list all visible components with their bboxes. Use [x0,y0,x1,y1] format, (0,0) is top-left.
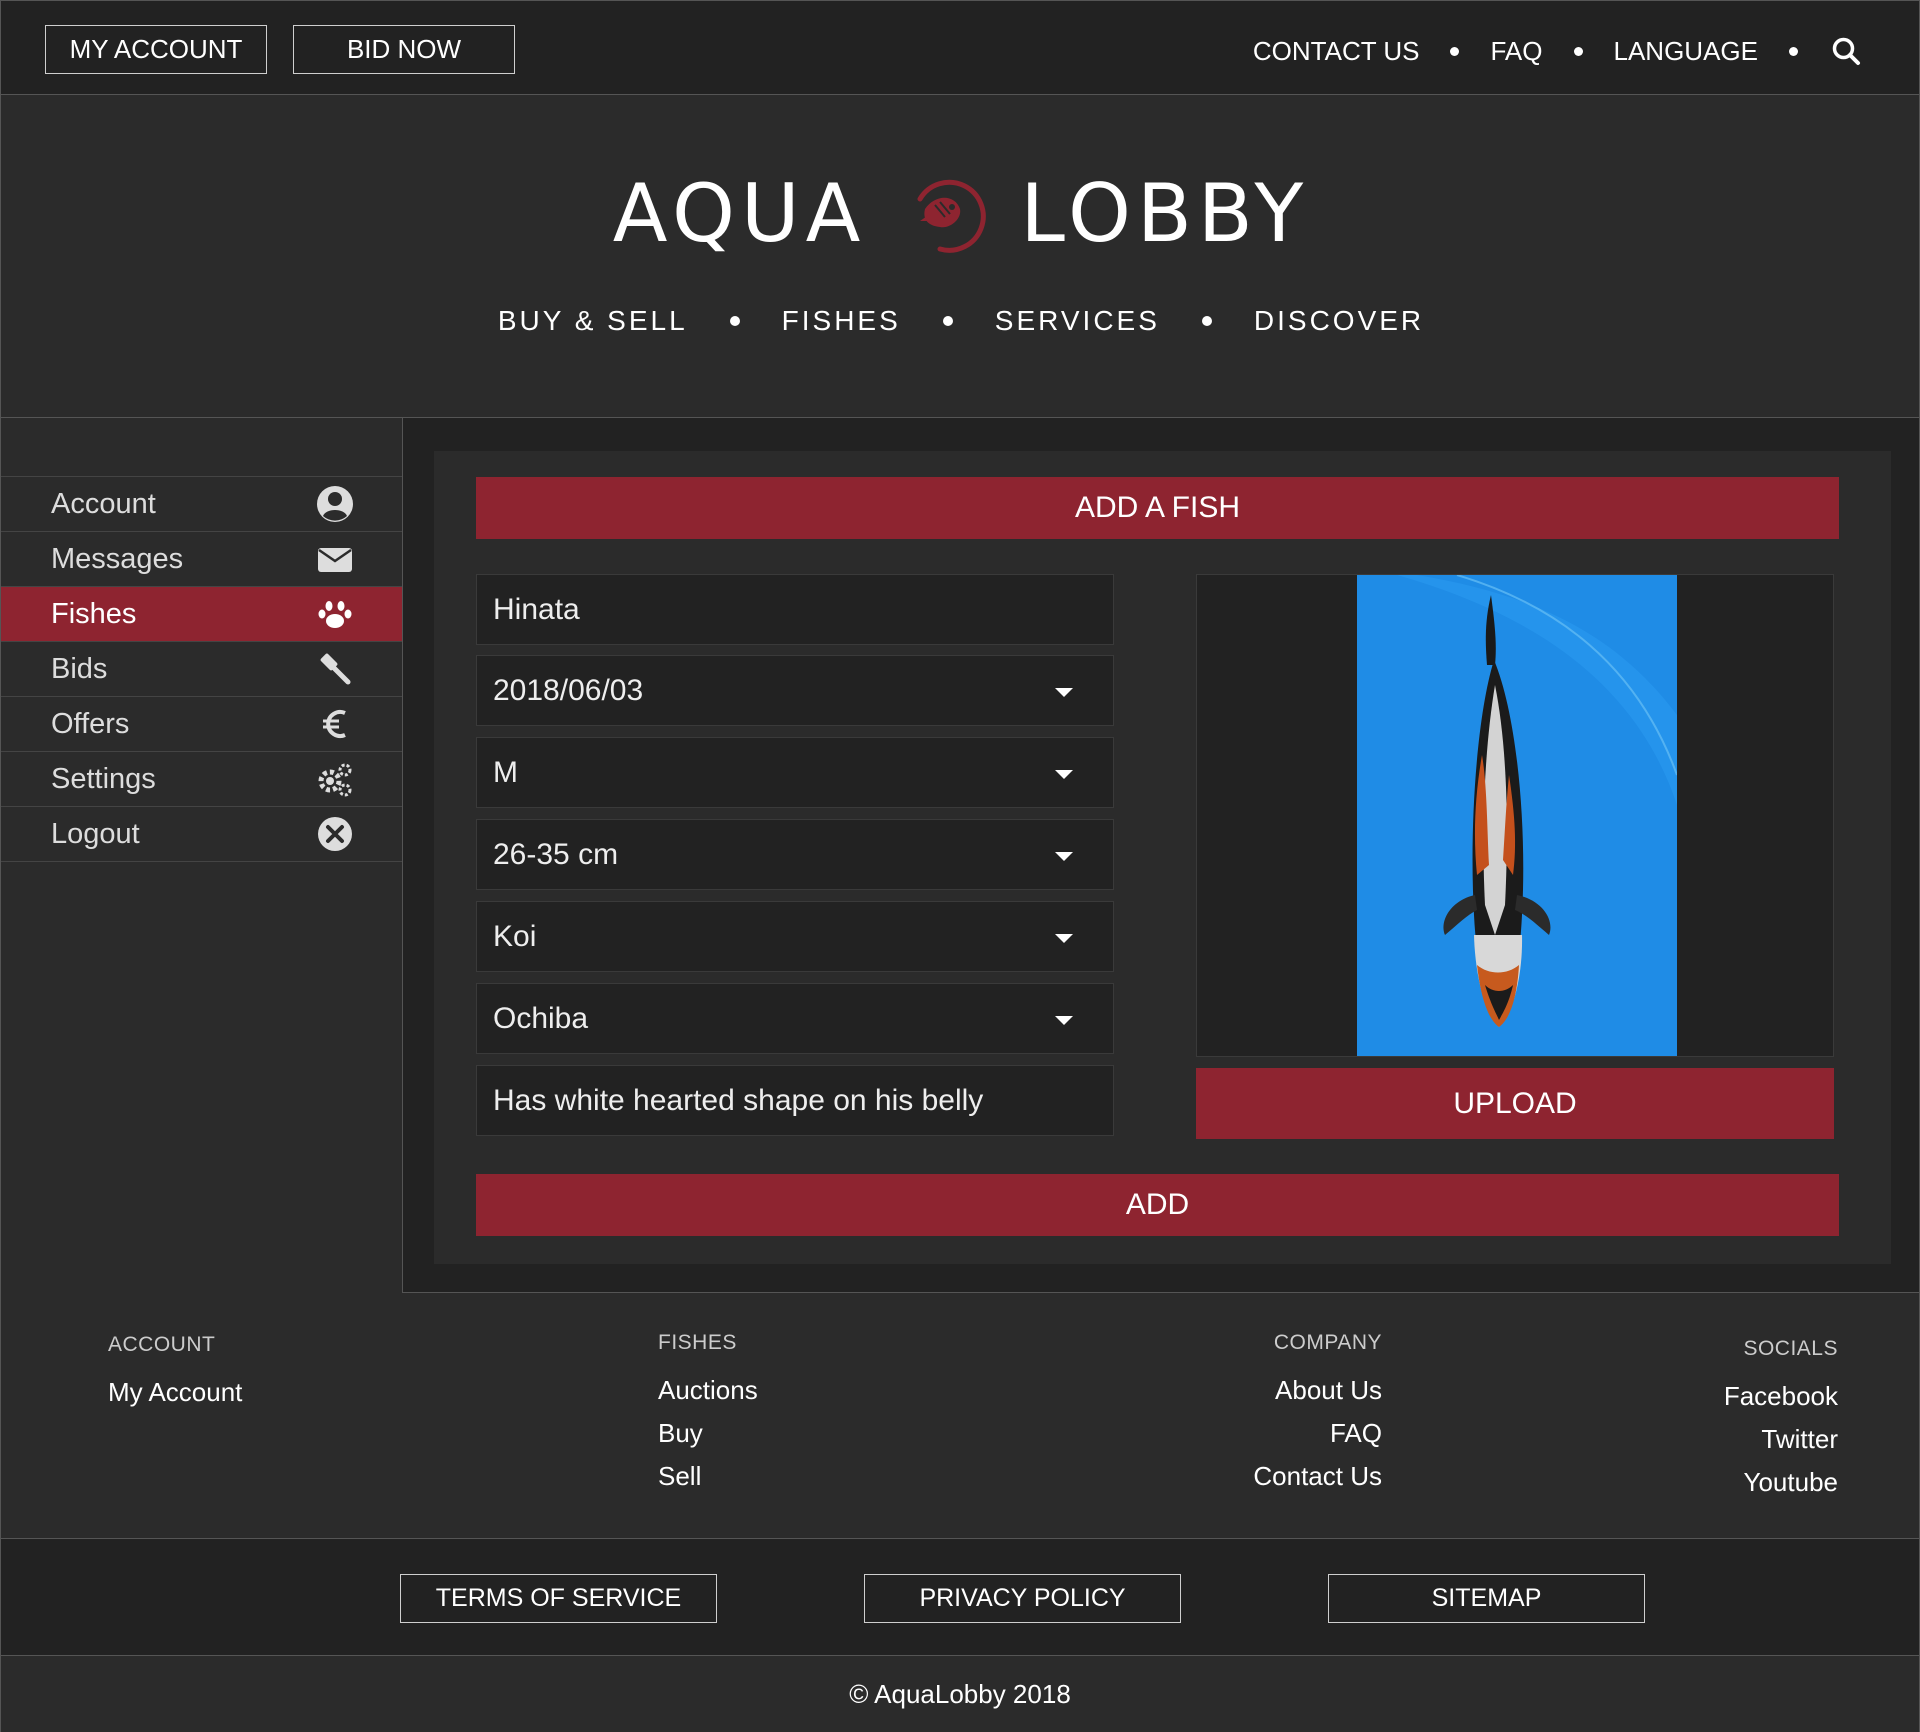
species-select[interactable]: Koi [476,901,1114,972]
bid-now-button[interactable]: BID NOW [293,25,515,74]
search-icon[interactable] [1831,36,1861,66]
sidebar-item-label: Fishes [51,597,137,630]
separator-dot [1450,46,1460,56]
footer-auctions-link[interactable]: Auctions [658,1369,758,1412]
gender-value: M [493,755,518,789]
description-input[interactable]: Has white hearted shape on his belly [476,1065,1114,1136]
sidebar-item-bids[interactable]: Bids [1,642,402,697]
copyright: © AquaLobby 2018 [0,1656,1920,1732]
sidebar-item-fishes[interactable]: Fishes [1,587,402,642]
variety-value: Ochiba [493,1001,589,1035]
euro-icon [314,703,356,745]
footer-faq-link[interactable]: FAQ [1253,1412,1382,1455]
sidebar-item-label: Logout [51,817,140,850]
footer-my-account-link[interactable]: My Account [108,1371,242,1414]
footer-fishes-column: FISHES Auctions Buy Sell [658,1331,758,1498]
separator-dot [942,316,953,326]
nav-discover[interactable]: DISCOVER [1254,305,1424,337]
sidebar-item-label: Messages [51,542,184,575]
logo-text-left: AQUA [612,167,867,260]
paw-icon [314,593,356,635]
main-nav: BUY & SELL FISHES SERVICES DISCOVER [1,305,1920,337]
logo-text-right: LOBBY [1020,167,1310,260]
separator-dot [1201,316,1212,326]
size-select[interactable]: 26-35 cm [476,819,1114,890]
separator-dot [1573,46,1583,56]
sidebar-item-offers[interactable]: Offers [1,697,402,752]
footer-socials-column: SOCIALS Facebook Twitter Youtube [1724,1337,1838,1504]
sidebar-item-logout[interactable]: Logout [1,807,402,862]
faq-link[interactable]: FAQ [1490,36,1542,67]
site-footer: ACCOUNT My Account FISHES Auctions Buy S… [0,1293,1920,1538]
upload-button[interactable]: UPLOAD [1196,1068,1834,1139]
footer-youtube-link[interactable]: Youtube [1724,1461,1838,1504]
envelope-icon [314,538,356,580]
sidebar-item-label: Offers [51,707,130,740]
footer-heading: COMPANY [1273,1331,1382,1354]
language-link[interactable]: LANGUAGE [1614,36,1759,67]
birth-date-value: 2018/06/03 [493,673,644,707]
koi-logo-icon [900,169,990,259]
footer-heading: ACCOUNT [108,1333,216,1356]
species-value: Koi [493,919,537,953]
sitemap-button[interactable]: SITEMAP [1328,1574,1645,1623]
fish-name-input[interactable]: Hinata [476,574,1114,645]
footer-heading: FISHES [658,1331,737,1354]
chevron-down-icon [1055,1015,1073,1025]
gender-select[interactable]: M [476,737,1114,808]
top-links: CONTACT US FAQ LANGUAGE [1253,31,1861,71]
sidebar-item-label: Account [51,487,156,520]
close-circle-icon [314,813,356,855]
fish-name-value: Hinata [493,592,580,626]
add-fish-panel: ADD A FISH Hinata 2018/06/03 M 26-35 cm … [434,451,1891,1264]
footer-heading: SOCIALS [1743,1337,1838,1360]
add-fish-button[interactable]: ADD [476,1174,1839,1236]
gavel-icon [314,648,356,690]
contact-us-link[interactable]: CONTACT US [1253,36,1420,67]
terms-of-service-button[interactable]: TERMS OF SERVICE [400,1574,717,1623]
footer-facebook-link[interactable]: Facebook [1724,1375,1838,1418]
chevron-down-icon [1055,933,1073,943]
footer-sell-link[interactable]: Sell [658,1455,758,1498]
separator-dot [1789,46,1798,56]
chevron-down-icon [1055,687,1073,697]
variety-select[interactable]: Ochiba [476,983,1114,1054]
sidebar-item-account[interactable]: Account [1,477,402,532]
user-circle-icon [314,483,356,525]
description-value: Has white hearted shape on his belly [493,1083,984,1117]
nav-buy-sell[interactable]: BUY & SELL [498,305,688,337]
chevron-down-icon [1055,851,1073,861]
site-header: AQUA LOBBY BUY & SELL FISHES SERVICES DI… [0,95,1920,417]
koi-photo [1357,575,1677,1056]
nav-fishes[interactable]: FISHES [782,305,901,337]
chevron-down-icon [1055,769,1073,779]
footer-buy-link[interactable]: Buy [658,1412,758,1455]
sidebar-item-settings[interactable]: Settings [1,752,402,807]
cogs-icon [314,758,356,800]
sidebar-item-label: Settings [51,762,156,795]
size-value: 26-35 cm [493,837,619,871]
footer-contact-us-link[interactable]: Contact Us [1253,1455,1382,1498]
footer-twitter-link[interactable]: Twitter [1724,1418,1838,1461]
privacy-policy-button[interactable]: PRIVACY POLICY [864,1574,1181,1623]
top-bar: MY ACCOUNT BID NOW CONTACT US FAQ LANGUA… [0,0,1920,95]
footer-company-column: COMPANY About Us FAQ Contact Us [1253,1331,1382,1498]
sidebar-item-messages[interactable]: Messages [1,532,402,587]
legal-bar: TERMS OF SERVICE PRIVACY POLICY SITEMAP [0,1538,1920,1656]
panel-title: ADD A FISH [476,477,1839,539]
my-account-button[interactable]: MY ACCOUNT [45,25,267,74]
site-logo[interactable]: AQUA LOBBY [1,167,1920,260]
separator-dot [729,316,740,326]
sidebar-menu: Account Messages Fishes Bids Offers Sett… [1,476,402,862]
footer-about-us-link[interactable]: About Us [1253,1369,1382,1412]
footer-account-column: ACCOUNT My Account [108,1333,242,1414]
account-sidebar: Account Messages Fishes Bids Offers Sett… [1,418,403,1293]
birth-date-select[interactable]: 2018/06/03 [476,655,1114,726]
nav-services[interactable]: SERVICES [995,305,1160,337]
main-content: Account Messages Fishes Bids Offers Sett… [0,417,1920,1293]
sidebar-item-label: Bids [51,652,108,685]
fish-image-preview [1196,574,1834,1057]
